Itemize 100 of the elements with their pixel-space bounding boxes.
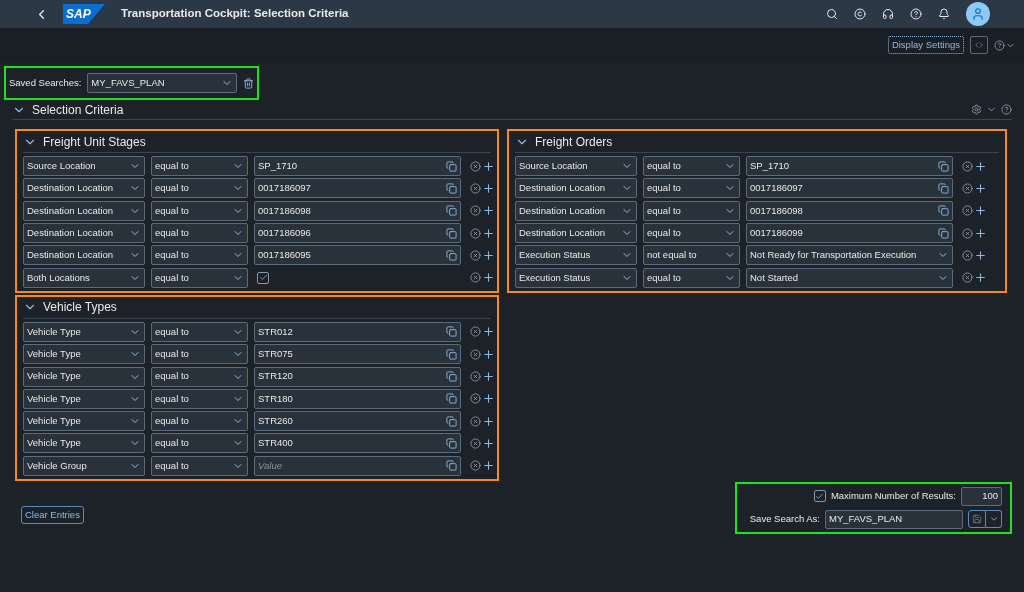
- value-field[interactable]: 0017186095: [254, 245, 461, 266]
- attribute-dropdown[interactable]: Destination Location: [23, 200, 145, 221]
- remove-icon[interactable]: [470, 415, 481, 427]
- collapse-button[interactable]: [970, 36, 988, 54]
- value-help-icon[interactable]: [938, 160, 949, 172]
- operator-dropdown[interactable]: equal to: [643, 178, 740, 199]
- add-icon[interactable]: [482, 159, 495, 173]
- value-field[interactable]: SP_1710: [254, 156, 461, 177]
- operator-dropdown[interactable]: equal to: [151, 411, 248, 432]
- attribute-dropdown[interactable]: Destination Location: [23, 178, 145, 199]
- value-dropdown[interactable]: Not Started: [746, 267, 953, 288]
- value-field[interactable]: 0017186098: [254, 200, 461, 221]
- attribute-dropdown[interactable]: Destination Location: [515, 223, 637, 244]
- operator-dropdown[interactable]: equal to: [151, 156, 248, 177]
- remove-icon[interactable]: [470, 437, 481, 449]
- add-icon[interactable]: [482, 347, 495, 361]
- remove-icon[interactable]: [470, 249, 481, 261]
- remove-icon[interactable]: [470, 371, 481, 382]
- value-help-icon[interactable]: [446, 348, 457, 360]
- attribute-dropdown[interactable]: Destination Location: [515, 178, 637, 199]
- add-icon[interactable]: [482, 414, 495, 428]
- operator-dropdown[interactable]: equal to: [643, 267, 740, 288]
- add-icon[interactable]: [974, 159, 987, 173]
- saved-searches-dropdown[interactable]: MY_FAVS_PLAN: [87, 73, 238, 93]
- value-help-icon[interactable]: [446, 205, 457, 217]
- value-field[interactable]: 0017186099: [746, 223, 953, 244]
- attribute-dropdown[interactable]: Source Location: [23, 156, 145, 177]
- remove-icon[interactable]: [470, 182, 481, 194]
- value-field[interactable]: 0017186098: [746, 200, 953, 221]
- operator-dropdown[interactable]: equal to: [151, 178, 248, 199]
- operator-dropdown[interactable]: equal to: [151, 388, 248, 409]
- add-icon[interactable]: [974, 181, 987, 195]
- logo[interactable]: SAP: [63, 4, 105, 24]
- attribute-dropdown[interactable]: Destination Location: [23, 245, 145, 266]
- attribute-dropdown[interactable]: Both Locations: [23, 267, 145, 288]
- operator-dropdown[interactable]: equal to: [151, 344, 248, 365]
- value-help-icon[interactable]: [938, 182, 949, 194]
- value-help-icon[interactable]: [938, 227, 949, 239]
- notification-icon[interactable]: [938, 8, 950, 20]
- remove-icon[interactable]: [470, 393, 481, 405]
- remove-icon[interactable]: [470, 348, 481, 360]
- value-dropdown[interactable]: Not Ready for Transportation Execution: [746, 245, 953, 266]
- add-icon[interactable]: [482, 436, 495, 450]
- value-field[interactable]: SP_1710: [746, 156, 953, 177]
- value-help-icon[interactable]: [446, 227, 457, 239]
- operator-dropdown[interactable]: equal to: [151, 200, 248, 221]
- avatar[interactable]: [966, 2, 990, 26]
- add-icon[interactable]: [974, 226, 987, 240]
- remove-icon[interactable]: [470, 160, 481, 172]
- value-field[interactable]: STR012: [254, 321, 461, 342]
- value-field[interactable]: 0017186097: [254, 178, 461, 199]
- remove-icon[interactable]: [470, 205, 481, 217]
- value-help-icon[interactable]: [446, 326, 457, 338]
- operator-dropdown[interactable]: not equal to: [643, 245, 740, 266]
- save-button[interactable]: [968, 510, 986, 529]
- add-icon[interactable]: [482, 271, 495, 285]
- value-help-icon[interactable]: [446, 415, 457, 427]
- add-icon[interactable]: [482, 248, 495, 262]
- operator-dropdown[interactable]: equal to: [151, 223, 248, 244]
- checkbox[interactable]: [257, 271, 269, 284]
- attribute-dropdown[interactable]: Execution Status: [515, 245, 637, 266]
- attribute-dropdown[interactable]: Vehicle Type: [23, 388, 145, 409]
- add-icon[interactable]: [974, 248, 987, 262]
- add-icon[interactable]: [482, 459, 495, 473]
- value-field[interactable]: STR260: [254, 411, 461, 432]
- value-field[interactable]: 0017186096: [254, 223, 461, 244]
- add-icon[interactable]: [482, 226, 495, 240]
- operator-dropdown[interactable]: equal to: [643, 156, 740, 177]
- remove-icon[interactable]: [962, 227, 973, 239]
- attribute-dropdown[interactable]: Vehicle Type: [23, 411, 145, 432]
- add-icon[interactable]: [482, 204, 495, 218]
- value-help-icon[interactable]: [446, 460, 457, 472]
- save-menu-button[interactable]: [986, 510, 1002, 529]
- value-field[interactable]: STR180: [254, 388, 461, 409]
- max-results-field[interactable]: 100: [961, 486, 1002, 506]
- remove-icon[interactable]: [962, 182, 973, 194]
- value-help-icon[interactable]: [446, 182, 457, 194]
- checkbox[interactable]: [813, 490, 826, 503]
- attribute-dropdown[interactable]: Execution Status: [515, 267, 637, 288]
- remove-icon[interactable]: [962, 160, 973, 172]
- value-field[interactable]: 0017186097: [746, 178, 953, 199]
- value-field[interactable]: STR075: [254, 344, 461, 365]
- settings-icon[interactable]: [971, 104, 982, 115]
- operator-dropdown[interactable]: equal to: [643, 223, 740, 244]
- add-icon[interactable]: [974, 271, 987, 285]
- remove-icon[interactable]: [962, 272, 973, 284]
- attribute-dropdown[interactable]: Destination Location: [515, 200, 637, 221]
- save-as-field[interactable]: MY_FAVS_PLAN: [825, 509, 963, 529]
- operator-dropdown[interactable]: equal to: [643, 200, 740, 221]
- attribute-dropdown[interactable]: Vehicle Type: [23, 366, 145, 387]
- value-help-icon[interactable]: [446, 371, 457, 382]
- remove-icon[interactable]: [470, 272, 481, 284]
- value-field[interactable]: Value: [254, 455, 461, 476]
- value-help-icon[interactable]: [446, 393, 457, 405]
- attribute-dropdown[interactable]: Vehicle Group: [23, 455, 145, 476]
- search-icon[interactable]: [826, 8, 838, 20]
- add-icon[interactable]: [482, 181, 495, 195]
- operator-dropdown[interactable]: equal to: [151, 433, 248, 454]
- add-icon[interactable]: [974, 204, 987, 218]
- remove-icon[interactable]: [962, 205, 973, 217]
